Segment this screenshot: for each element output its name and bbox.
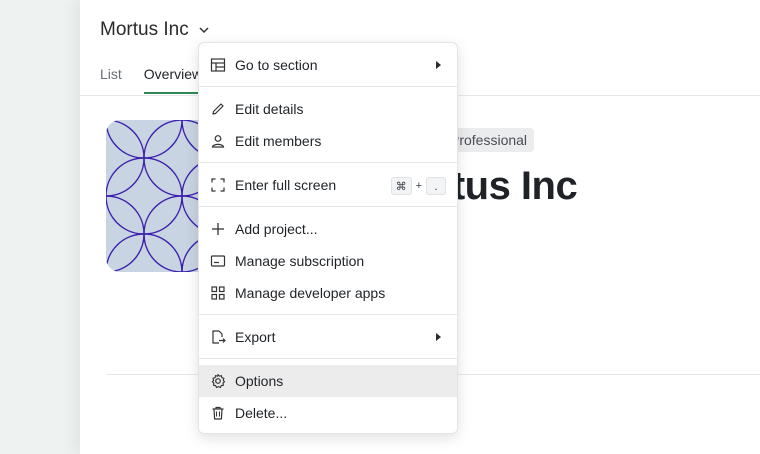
menu-separator: [199, 86, 457, 87]
layout-icon: [210, 57, 226, 73]
menu-item-label: Edit members: [235, 133, 322, 149]
menu-item-label: Manage subscription: [235, 253, 365, 269]
menu-separator: [199, 206, 457, 207]
menu-item-label: Options: [235, 373, 284, 389]
menu-item-label: Add project...: [235, 221, 318, 237]
submenu-arrow-icon: [436, 61, 441, 69]
menu-item-label: Enter full screen: [235, 177, 337, 193]
menu-item-label: Go to section: [235, 57, 318, 73]
shortcut-plus: +: [415, 180, 422, 192]
menu-item-manage-subscription[interactable]: Manage subscription: [199, 245, 457, 277]
menu-item-label: Export: [235, 329, 276, 345]
menu-item-label: Manage developer apps: [235, 285, 386, 301]
menu-item-go-to-section[interactable]: Go to section: [199, 49, 457, 81]
fullscreen-icon: [210, 177, 226, 193]
menu-item-manage-developer-apps[interactable]: Manage developer apps: [199, 277, 457, 309]
gear-icon: [210, 373, 226, 389]
menu-item-options[interactable]: Options: [199, 365, 457, 397]
shortcut-key: .: [426, 177, 446, 195]
menu-item-export[interactable]: Export: [199, 321, 457, 353]
export-icon: [210, 329, 226, 345]
menu-item-enter-full-screen[interactable]: Enter full screen ⌘ + .: [199, 169, 457, 201]
menu-separator: [199, 314, 457, 315]
pencil-icon: [210, 101, 226, 117]
plus-icon: [210, 221, 226, 237]
menu-item-edit-members[interactable]: Edit members: [199, 125, 457, 157]
menu-separator: [199, 162, 457, 163]
trash-icon: [210, 405, 226, 421]
left-background: [0, 0, 80, 454]
submenu-arrow-icon: [436, 333, 441, 341]
workspace-context-menu: Go to section Edit details Edit members …: [198, 42, 458, 434]
person-icon: [210, 133, 226, 149]
grid-icon: [210, 285, 226, 301]
card-icon: [210, 253, 226, 269]
workspace-title: Mortus Inc: [100, 19, 189, 40]
keyboard-shortcut: ⌘ + .: [390, 177, 446, 195]
tab-bar: List Overview: [100, 66, 203, 94]
menu-item-label: Delete...: [235, 405, 288, 421]
menu-item-add-project[interactable]: Add project...: [199, 213, 457, 245]
workspace-title-button[interactable]: Mortus Inc: [100, 19, 211, 41]
tab-list[interactable]: List: [100, 66, 122, 94]
tab-overview[interactable]: Overview: [143, 66, 203, 94]
chevron-down-icon: [199, 27, 209, 34]
menu-item-delete[interactable]: Delete...: [199, 397, 457, 429]
menu-item-edit-details[interactable]: Edit details: [199, 93, 457, 125]
menu-separator: [199, 358, 457, 359]
shortcut-key: ⌘: [390, 177, 412, 195]
menu-item-label: Edit details: [235, 101, 304, 117]
